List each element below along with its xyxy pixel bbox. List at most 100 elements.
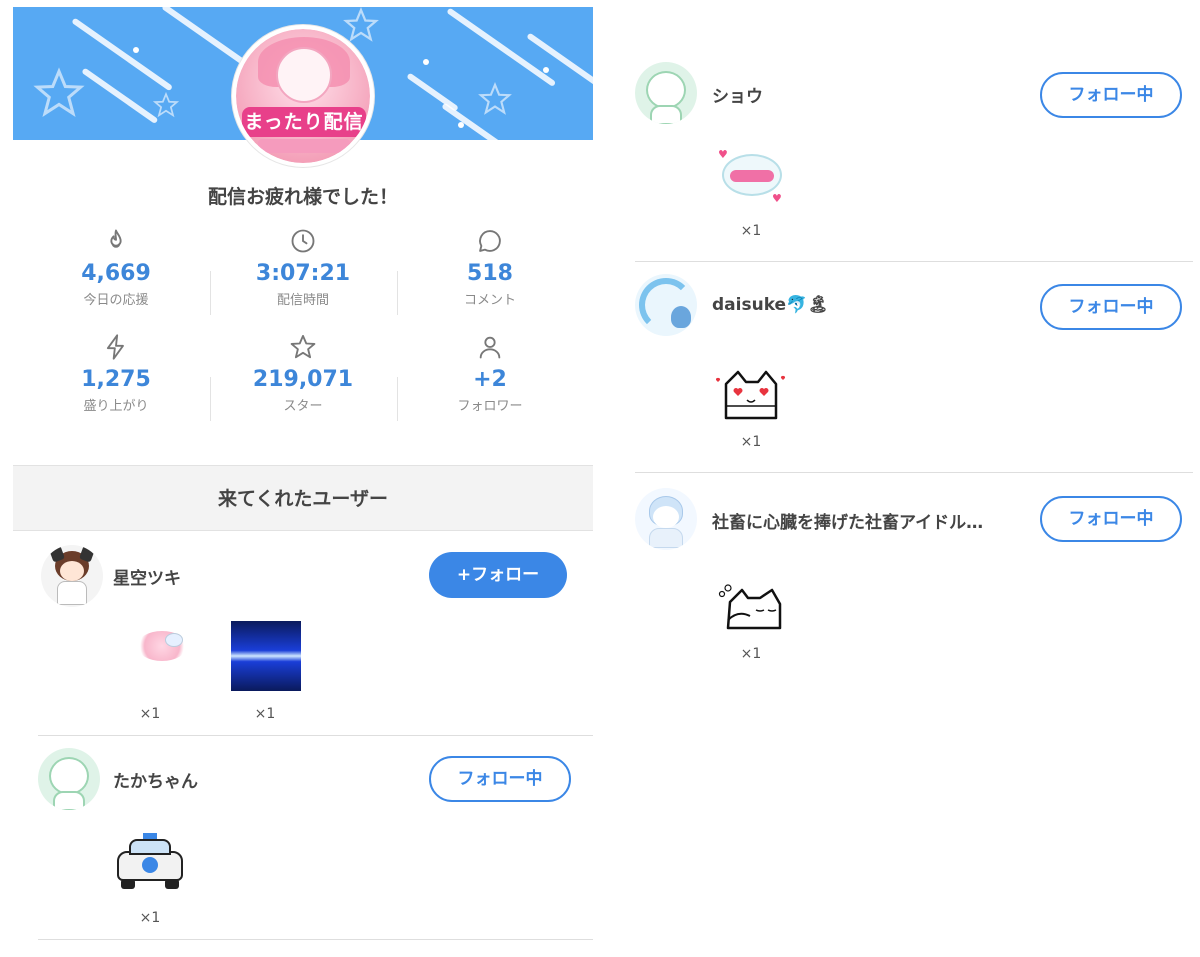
row-divider <box>635 261 1193 262</box>
stat-followers: +2 フォロワー <box>395 333 585 414</box>
banner-star-icon <box>153 92 179 118</box>
stat-stars: 219,071 スター <box>208 333 398 414</box>
clock-icon <box>291 229 315 253</box>
comment-icon <box>479 230 501 252</box>
avatar-face <box>49 757 89 795</box>
stat-support: 4,669 今日の応援 <box>21 227 211 308</box>
stat-label: 盛り上がり <box>83 399 149 414</box>
following-button[interactable]: フォロー中 <box>1040 284 1182 330</box>
banner-dot <box>458 122 464 128</box>
follow-button[interactable]: +フォロー <box>429 552 567 598</box>
heart-icon: ♥ <box>772 192 782 205</box>
row-divider <box>38 939 593 940</box>
visited-users-header: 来てくれたユーザー <box>13 465 593 531</box>
stat-value: +2 <box>473 367 507 392</box>
gift-quantity: ×1 <box>139 706 161 722</box>
avatar-face <box>646 71 686 109</box>
banner-star-icon <box>343 7 379 42</box>
banner-dot <box>423 59 429 65</box>
stat-divider <box>397 271 398 315</box>
car-window <box>129 839 171 855</box>
row-divider <box>635 472 1193 473</box>
user-name[interactable]: 社畜に心臓を捧げた社畜アイドル… <box>712 508 983 533</box>
visited-users-heading: 来てくれたユーザー <box>217 488 389 510</box>
stat-comments: 518 コメント <box>395 227 585 308</box>
user-name[interactable]: ショウ <box>712 82 763 107</box>
user-avatar[interactable] <box>41 545 103 607</box>
user-avatar[interactable] <box>38 748 100 810</box>
stat-label: 配信時間 <box>276 293 329 308</box>
star-icon <box>290 334 316 359</box>
car-siren <box>143 833 157 839</box>
avatar-face <box>276 47 332 103</box>
cat-sleep-svg <box>718 584 782 630</box>
stat-value: 3:07:21 <box>255 261 351 286</box>
gift-quantity: ×1 <box>740 434 762 450</box>
gift-quantity: ×1 <box>740 223 762 239</box>
banner-dot <box>543 67 549 73</box>
following-button[interactable]: フォロー中 <box>1040 72 1182 118</box>
visited-users-continued: ショウ フォロー中 ♥ ♥ ×1 daisuke🐬🏝 フォロー中 ×1 社畜に心… <box>620 48 1195 688</box>
stat-excitement: 1,275 盛り上がり <box>21 333 211 414</box>
sticker-text-band <box>730 170 774 182</box>
stat-value: 1,275 <box>81 367 151 392</box>
avatar-face <box>60 561 84 581</box>
flame-icon <box>110 229 122 248</box>
user-name[interactable]: daisuke🐬🏝 <box>712 295 829 315</box>
avatar-body <box>649 528 683 548</box>
stat-value: 219,071 <box>252 367 354 392</box>
car-emblem <box>142 857 158 873</box>
user-name[interactable]: 星空ツキ <box>113 564 181 589</box>
car-wheel <box>121 879 135 889</box>
flower-gift-icon <box>131 619 201 689</box>
stat-value: 4,669 <box>81 261 151 286</box>
heart-icon: ♥ <box>718 148 728 161</box>
stat-label: スター <box>283 399 323 414</box>
banner-star-icon <box>33 67 85 117</box>
avatar-logo-ribbon <box>258 139 350 153</box>
avatar-body <box>57 581 87 605</box>
stats-grid: 4,669 今日の応援 3:07:21 配信時間 518 コメント 1,275 … <box>13 227 593 437</box>
stat-divider <box>210 271 211 315</box>
following-button[interactable]: フォロー中 <box>1040 496 1182 542</box>
light-beam-gift-icon <box>231 621 301 691</box>
banner-dot <box>133 47 139 53</box>
stat-label: フォロワー <box>457 399 523 414</box>
user-avatar[interactable] <box>635 488 697 550</box>
banner-streak <box>406 72 459 112</box>
lightning-icon <box>106 334 124 360</box>
heart-eyes-cat-gift-icon <box>715 366 786 436</box>
stat-duration: 3:07:21 配信時間 <box>208 227 398 308</box>
stat-value: 518 <box>467 261 513 286</box>
stream-summary-panel: まったり配信 配信お疲れ様でした！ 4,669 今日の応援 3:07:21 配信… <box>13 7 593 952</box>
avatar-face <box>653 506 679 528</box>
gift-quantity: ×1 <box>740 646 762 662</box>
avatar-body <box>53 791 85 810</box>
following-button[interactable]: フォロー中 <box>429 756 571 802</box>
cat-face-svg <box>715 370 786 420</box>
sleepy-cat-gift-icon <box>718 580 788 650</box>
user-avatar[interactable] <box>635 62 697 124</box>
user-name[interactable]: たかちゃん <box>113 767 198 792</box>
avatar-figure <box>671 306 691 328</box>
gift-quantity: ×1 <box>139 910 161 926</box>
police-car-gift-icon <box>115 833 185 903</box>
stat-label: コメント <box>463 293 516 308</box>
kawaii-sticker-gift-icon: ♥ ♥ <box>718 144 788 214</box>
flower-bloom <box>165 633 183 647</box>
gift-quantity: ×1 <box>254 706 276 722</box>
summary-title: 配信お疲れ様でした！ <box>207 186 398 208</box>
row-divider <box>38 735 593 736</box>
user-avatar[interactable] <box>635 274 697 336</box>
avatar-logo-text: まったり配信 <box>242 107 366 137</box>
stat-divider <box>210 377 211 421</box>
banner-streak <box>71 17 174 92</box>
car-wheel <box>165 879 179 889</box>
streamer-avatar[interactable]: まったり配信 <box>232 25 374 167</box>
stat-label: 今日の応援 <box>83 293 149 308</box>
stat-divider <box>397 377 398 421</box>
banner-streak <box>161 7 247 66</box>
avatar-body <box>650 105 682 124</box>
banner-streak <box>526 32 593 90</box>
person-icon <box>479 336 501 359</box>
